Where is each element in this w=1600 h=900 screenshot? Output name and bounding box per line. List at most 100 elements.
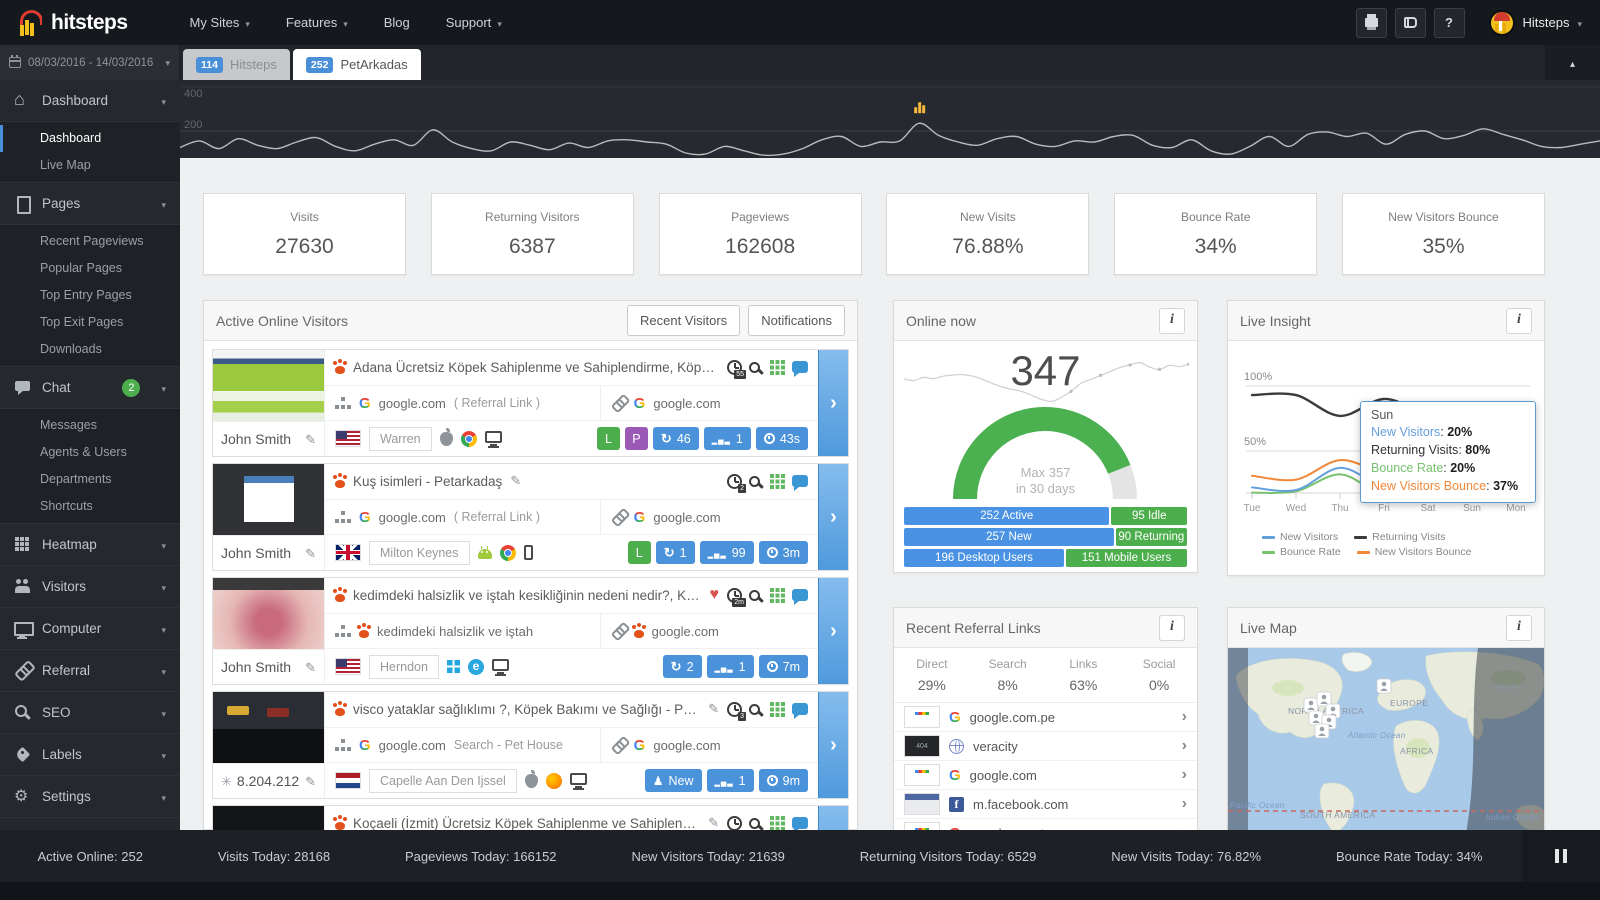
info-button[interactable] (1506, 615, 1532, 641)
referral-row[interactable]: Ggoogle.com.pe (894, 703, 1197, 732)
label-badge[interactable]: L (628, 541, 651, 564)
sidebar-section-dashboard[interactable]: Dashboard (0, 80, 180, 122)
sidebar-item-top-entry-pages[interactable]: Top Entry Pages (0, 282, 180, 309)
sidebar-section-seo[interactable]: SEO (0, 692, 180, 734)
edit-name-icon[interactable] (305, 545, 316, 562)
sidebar-section-computer[interactable]: Computer (0, 608, 180, 650)
info-button[interactable] (1159, 615, 1185, 641)
sidebar-section-visitors[interactable]: Visitors (0, 566, 180, 608)
info-button[interactable] (1159, 308, 1185, 334)
pause-button[interactable] (1522, 830, 1600, 882)
edit-name-icon[interactable] (305, 773, 316, 790)
info-button[interactable] (1506, 308, 1532, 334)
referral-domain[interactable]: google.com (970, 768, 1037, 783)
visitor-thumbnail[interactable] (213, 350, 324, 422)
landing-link[interactable]: google.com (652, 624, 719, 639)
visitor-thumbnail[interactable] (213, 692, 324, 764)
chat-icon[interactable] (792, 589, 808, 601)
sidebar-item-downloads[interactable]: Downloads (0, 336, 180, 363)
sidebar-item-departments[interactable]: Departments (0, 466, 180, 493)
magnify-icon[interactable] (749, 590, 760, 601)
magnify-icon[interactable] (749, 818, 760, 829)
manual-button[interactable] (1395, 8, 1426, 38)
referrer-link[interactable]: google.com (379, 510, 446, 525)
expand-visitor-button[interactable] (818, 806, 848, 830)
referral-domain[interactable]: m.facebook.com (973, 797, 1068, 812)
sidebar-item-popular-pages[interactable]: Popular Pages (0, 255, 180, 282)
sidebar-section-chat[interactable]: Chat2 (0, 367, 180, 409)
sidebar-section-pages[interactable]: Pages (0, 183, 180, 225)
hitsteps-brand[interactable]: hitsteps (18, 10, 128, 36)
referral-row[interactable]: Ggoogle.com.tr (894, 819, 1197, 830)
sidebar-item-shortcuts[interactable]: Shortcuts (0, 493, 180, 520)
sidebar-item-dashboard[interactable]: Dashboard (0, 125, 180, 152)
referrer-link[interactable]: google.com (379, 396, 446, 411)
menu-my-sites[interactable]: My Sites (190, 15, 250, 30)
history-icon[interactable]: 2m (727, 588, 742, 603)
heatmap-icon[interactable] (770, 474, 785, 489)
online-breakdown-bars: 252 Active95 Idle257 New90 Returning196 … (904, 507, 1187, 570)
history-icon[interactable]: 55 (727, 360, 742, 375)
edit-icon[interactable] (510, 472, 521, 490)
history-icon[interactable]: 3 (727, 702, 742, 717)
landing-link[interactable]: google.com (653, 396, 720, 411)
history-icon[interactable]: 2 (727, 474, 742, 489)
heatmap-icon[interactable] (770, 588, 785, 603)
sidebar-item-messages[interactable]: Messages (0, 412, 180, 439)
collapse-chart-button[interactable] (1545, 45, 1600, 80)
help-button[interactable]: ? (1434, 8, 1465, 38)
expand-visitor-button[interactable] (818, 464, 848, 570)
magnify-icon[interactable] (749, 704, 760, 715)
edit-icon[interactable] (708, 814, 719, 830)
history-icon[interactable] (727, 816, 742, 830)
magnify-icon[interactable] (749, 476, 760, 487)
referral-row[interactable]: m.facebook.com (894, 790, 1197, 819)
date-range-picker[interactable]: 08/03/2016 - 14/03/2016 (0, 45, 180, 80)
chat-icon[interactable] (792, 475, 808, 487)
referral-row[interactable]: 404veracity (894, 732, 1197, 761)
referrer-link[interactable]: kedimdeki halsizlik ve iştah (377, 624, 533, 639)
label-badge[interactable]: P (625, 427, 648, 450)
sidebar-section-heatmap[interactable]: Heatmap (0, 524, 180, 566)
expand-visitor-button[interactable] (818, 578, 848, 684)
expand-visitor-button[interactable] (818, 692, 848, 798)
referral-row[interactable]: Ggoogle.com (894, 761, 1197, 790)
sidebar-item-top-exit-pages[interactable]: Top Exit Pages (0, 309, 180, 336)
recent-visitors-button[interactable]: Recent Visitors (627, 305, 740, 336)
landing-link[interactable]: google.com (653, 510, 720, 525)
visitor-thumbnail[interactable] (213, 578, 324, 650)
sidebar-section-labels[interactable]: Labels (0, 734, 180, 776)
landing-link[interactable]: google.com (653, 738, 720, 753)
referral-domain[interactable]: google.com.pe (970, 710, 1055, 725)
referral-domain[interactable]: veracity (973, 739, 1018, 754)
world-map[interactable]: NORTH AMERICAEUROPEASIAAFRICASOUTH AMERI… (1228, 648, 1544, 830)
edit-name-icon[interactable] (305, 659, 316, 676)
edit-name-icon[interactable] (305, 431, 316, 448)
heatmap-icon[interactable] (770, 702, 785, 717)
referrer-link[interactable]: google.com (379, 738, 446, 753)
chat-icon[interactable] (792, 361, 808, 373)
menu-support[interactable]: Support (446, 15, 502, 30)
print-button[interactable] (1356, 8, 1387, 38)
notifications-button[interactable]: Notifications (748, 305, 845, 336)
expand-visitor-button[interactable] (818, 350, 848, 456)
menu-blog[interactable]: Blog (384, 15, 410, 30)
chat-icon[interactable] (792, 703, 808, 715)
chat-icon[interactable] (792, 817, 808, 829)
menu-features[interactable]: Features (286, 15, 348, 30)
sidebar-section-settings[interactable]: Settings (0, 776, 180, 818)
visitor-thumbnail[interactable] (213, 806, 324, 830)
label-badge[interactable]: L (597, 427, 620, 450)
heatmap-icon[interactable] (770, 816, 785, 830)
tab-petarkadas[interactable]: 252PetArkadas (293, 49, 421, 80)
edit-icon[interactable] (708, 700, 719, 718)
magnify-icon[interactable] (749, 362, 760, 373)
heatmap-icon[interactable] (770, 360, 785, 375)
user-menu[interactable]: Hitsteps (1489, 10, 1583, 36)
visitor-thumbnail[interactable] (213, 464, 324, 536)
sidebar-item-agents-users[interactable]: Agents & Users (0, 439, 180, 466)
tab-hitsteps[interactable]: 114Hitsteps (183, 49, 290, 80)
sidebar-item-recent-pageviews[interactable]: Recent Pageviews (0, 228, 180, 255)
sidebar-item-live-map[interactable]: Live Map (0, 152, 180, 179)
sidebar-section-referral[interactable]: Referral (0, 650, 180, 692)
